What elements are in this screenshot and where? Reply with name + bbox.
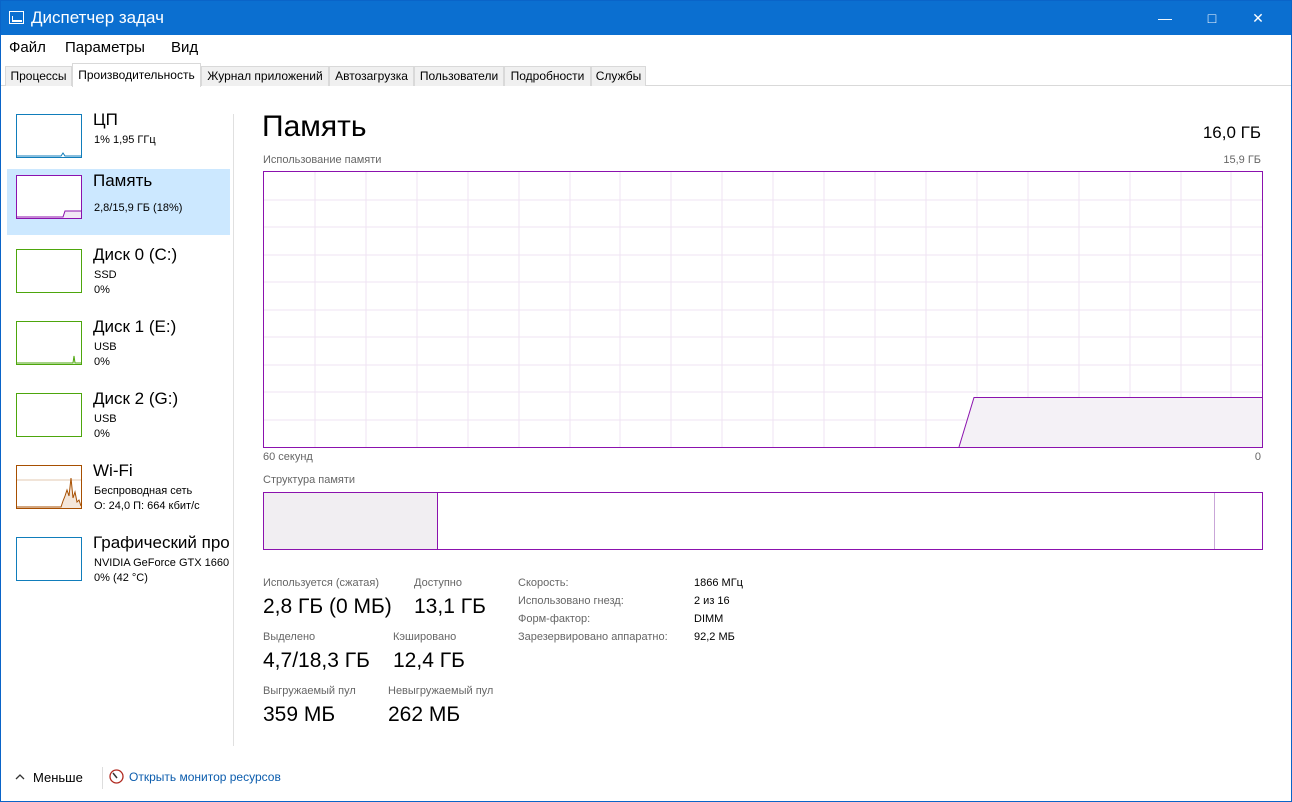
paged-pool-label: Выгружаемый пул (263, 685, 356, 697)
memory-usage-graph (263, 171, 1263, 448)
available-value: 13,1 ГБ (414, 595, 486, 618)
maximize-button[interactable]: □ (1189, 1, 1235, 35)
sidebar-item-memory[interactable]: Память 2,8/15,9 ГБ (18%) (7, 169, 230, 235)
memory-thumbnail-graph (16, 175, 82, 219)
slots-value: 2 из 16 (694, 595, 730, 607)
tab-startup[interactable]: Автозагрузка (329, 66, 414, 86)
sidebar-item-disk-1[interactable]: Диск 1 (E:) USB 0% (7, 315, 230, 381)
footer-divider (102, 767, 103, 789)
task-manager-window: Диспетчер задач — □ ✕ Файл Параметры Вид… (0, 0, 1292, 802)
open-resource-monitor-link[interactable]: Открыть монитор ресурсов (109, 769, 281, 784)
tab-details[interactable]: Подробности (504, 66, 591, 86)
cached-value: 12,4 ГБ (393, 649, 465, 672)
graph-time-right: 0 (1254, 451, 1261, 463)
memory-cached-divider (1214, 493, 1215, 549)
menu-bar: Файл Параметры Вид (1, 35, 1291, 61)
available-label: Доступно (414, 577, 463, 589)
cached-label: Кэшировано (393, 631, 457, 643)
chevron-up-icon (15, 770, 25, 780)
menu-options[interactable]: Параметры (65, 39, 145, 56)
committed-value: 4,7/18,3 ГБ (263, 649, 370, 672)
sidebar-item-title: Графический про (93, 533, 230, 552)
menu-view[interactable]: Вид (171, 39, 198, 56)
sidebar-item-detail: О: 24,0 П: 664 кбит/с (94, 500, 200, 512)
disk-thumbnail-graph (16, 393, 82, 437)
wifi-thumbnail-graph (16, 465, 82, 509)
less-button[interactable]: Меньше (15, 770, 83, 785)
tab-performance[interactable]: Производительность (72, 63, 201, 87)
memory-usage-area (959, 397, 1262, 447)
hw-reserved-label: Зарезервировано аппаратно: (518, 631, 668, 643)
sidebar-item-gpu[interactable]: Графический про NVIDIA GeForce GTX 1660 … (7, 531, 230, 597)
graph-time-left: 60 секунд (263, 451, 313, 463)
memory-structure-bar (263, 492, 1263, 550)
sidebar-item-disk-0[interactable]: Диск 0 (C:) SSD 0% (7, 243, 230, 309)
less-label: Меньше (33, 770, 83, 785)
sidebar-item-detail: 0% (94, 284, 110, 296)
sidebar-item-title: Диск 2 (G:) (93, 389, 179, 408)
tab-bar: Процессы Производительность Журнал прило… (1, 63, 1291, 87)
used-label: Используется (сжатая) (263, 577, 380, 589)
sidebar-item-detail: 0% (94, 356, 110, 368)
nonpaged-pool-label: Невыгружаемый пул (388, 685, 494, 697)
tab-services[interactable]: Службы (591, 66, 646, 86)
task-manager-icon (9, 11, 24, 24)
hw-reserved-value: 92,2 МБ (694, 631, 735, 643)
tab-processes[interactable]: Процессы (5, 66, 72, 86)
graph-max-label: 15,9 ГБ (1223, 154, 1261, 166)
resource-monitor-icon (109, 769, 124, 784)
speed-label: Скорость: (518, 577, 569, 589)
sidebar-item-title: Диск 1 (E:) (93, 317, 177, 336)
sidebar-item-cpu[interactable]: ЦП 1% 1,95 ГГц (7, 108, 230, 174)
form-factor-label: Форм-фактор: (518, 613, 591, 625)
sidebar-item-disk-2[interactable]: Диск 2 (G:) USB 0% (7, 387, 230, 453)
form-factor-value: DIMM (694, 613, 724, 625)
sidebar-divider (233, 114, 234, 746)
footer-bar: Меньше Открыть монитор ресурсов (1, 753, 1291, 801)
graph-label: Использование памяти (263, 154, 382, 166)
menu-file[interactable]: Файл (9, 39, 46, 56)
memory-total: 16,0 ГБ (1202, 123, 1261, 142)
minimize-button[interactable]: — (1142, 1, 1188, 35)
sidebar-item-detail: Беспроводная сеть (94, 485, 193, 497)
sidebar-item-title: Диск 0 (C:) (93, 245, 178, 264)
paged-pool-value: 359 МБ (263, 703, 336, 726)
sidebar-item-title: Wi-Fi (93, 461, 133, 480)
speed-value: 1866 МГц (694, 577, 743, 589)
disk-thumbnail-graph (16, 249, 82, 293)
sidebar-item-title: ЦП (93, 110, 118, 129)
memory-structure-label: Структура памяти (263, 474, 356, 486)
page-title: Память (262, 110, 367, 143)
committed-label: Выделено (263, 631, 316, 643)
disk-thumbnail-graph (16, 321, 82, 365)
nonpaged-pool-value: 262 МБ (388, 703, 461, 726)
sidebar-item-detail: 0% (94, 428, 110, 440)
sidebar-item-detail: NVIDIA GeForce GTX 1660 (94, 557, 230, 569)
sidebar-item-detail: SSD (94, 269, 117, 281)
sidebar-item-detail: USB (94, 341, 117, 353)
tab-users[interactable]: Пользователи (414, 66, 504, 86)
window-title: Диспетчер задач (31, 8, 164, 27)
cpu-thumbnail-graph (16, 114, 82, 158)
gpu-thumbnail-graph (16, 537, 82, 581)
sidebar-item-detail: 1% 1,95 ГГц (94, 134, 156, 146)
sidebar-item-title: Память (93, 171, 153, 190)
sidebar-item-detail: 2,8/15,9 ГБ (18%) (94, 202, 183, 214)
memory-in-use-segment (264, 493, 438, 549)
slots-label: Использовано гнезд: (518, 595, 624, 607)
used-value: 2,8 ГБ (0 МБ) (263, 595, 392, 618)
title-bar[interactable]: Диспетчер задач — □ ✕ (1, 1, 1291, 35)
sidebar-item-detail: USB (94, 413, 117, 425)
sidebar-item-detail: 0% (42 °C) (94, 572, 148, 584)
resource-monitor-label: Открыть монитор ресурсов (129, 770, 281, 784)
close-button[interactable]: ✕ (1235, 1, 1281, 35)
performance-panel: ЦП 1% 1,95 ГГц Память 2,8/15,9 ГБ (18%) … (1, 86, 1291, 751)
tab-app-history[interactable]: Журнал приложений (201, 66, 329, 86)
sidebar-item-wifi[interactable]: Wi-Fi Беспроводная сеть О: 24,0 П: 664 к… (7, 459, 230, 525)
